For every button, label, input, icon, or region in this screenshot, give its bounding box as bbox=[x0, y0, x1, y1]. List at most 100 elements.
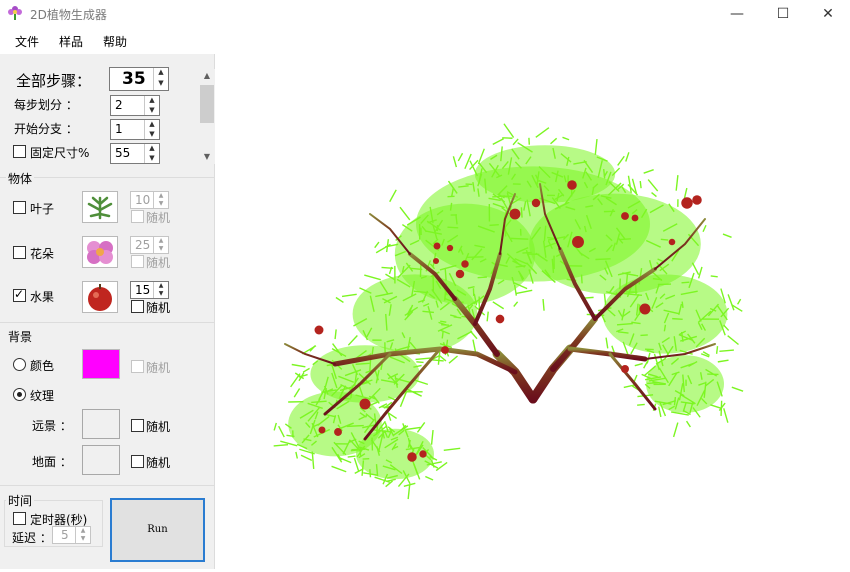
delay-spinner[interactable]: 5 ▲▼ bbox=[52, 526, 91, 544]
timer-checkbox[interactable] bbox=[13, 512, 26, 525]
fruit-random-checkbox[interactable] bbox=[131, 300, 144, 313]
objects-group-title: 物体 bbox=[6, 170, 34, 187]
fruit bbox=[621, 212, 629, 220]
spin-down-icon[interactable]: ▼ bbox=[154, 290, 168, 298]
flower-random-checkbox[interactable] bbox=[131, 255, 144, 268]
spin-up-icon[interactable]: ▲ bbox=[145, 120, 159, 130]
start-branch-spinner[interactable]: 1 ▲▼ bbox=[110, 119, 160, 140]
leaf-stroke bbox=[684, 188, 686, 198]
fixed-size-checkbox[interactable] bbox=[13, 145, 26, 158]
spin-down-icon[interactable]: ▼ bbox=[154, 79, 168, 90]
ground-label: 地面 ： bbox=[32, 453, 72, 470]
leaf-stroke bbox=[387, 239, 389, 252]
minimize-icon: — bbox=[730, 6, 744, 22]
color-radio[interactable] bbox=[13, 358, 26, 371]
leaf-stroke bbox=[516, 290, 532, 293]
scroll-up-icon[interactable]: ▲ bbox=[199, 69, 215, 83]
fruit bbox=[496, 315, 505, 324]
fruit bbox=[572, 236, 584, 248]
leaf-stroke bbox=[703, 225, 706, 232]
fruit bbox=[434, 243, 441, 250]
leaf-stroke bbox=[274, 423, 276, 431]
fixed-size-spinner[interactable]: 55 ▲▼ bbox=[110, 143, 160, 164]
spin-down-icon[interactable]: ▼ bbox=[154, 200, 168, 208]
settings-panel: 全部步骤： 35 ▲▼ 每步划分 ： 2 ▲▼ 开始分支 ： 1 ▲▼ 固定尺寸… bbox=[0, 54, 215, 569]
far-texture-slot[interactable] bbox=[82, 409, 120, 439]
fruit bbox=[640, 304, 651, 315]
flower-checkbox[interactable] bbox=[13, 246, 26, 259]
spin-up-icon[interactable]: ▲ bbox=[154, 282, 168, 290]
spin-up-icon[interactable]: ▲ bbox=[154, 68, 168, 79]
fruit-count-spinner[interactable]: 15 ▲▼ bbox=[130, 281, 169, 299]
leaf-stroke bbox=[408, 485, 410, 499]
params-scrollbar[interactable]: ▲ ▼ bbox=[199, 69, 215, 164]
menu-samples[interactable]: 样品 bbox=[59, 33, 83, 50]
fruit-thumbnail[interactable] bbox=[82, 281, 118, 313]
maximize-button[interactable]: ☐ bbox=[760, 0, 806, 28]
spin-up-icon[interactable]: ▲ bbox=[76, 527, 90, 535]
scroll-thumb[interactable] bbox=[200, 85, 214, 123]
leaf-checkbox[interactable] bbox=[13, 201, 26, 214]
spin-down-icon[interactable]: ▼ bbox=[154, 245, 168, 253]
fruit bbox=[461, 260, 469, 268]
leaf-stroke bbox=[416, 362, 423, 363]
leaf-stroke bbox=[676, 175, 678, 191]
fruit-checkbox[interactable] bbox=[13, 289, 26, 302]
divider bbox=[0, 322, 215, 323]
apple-icon bbox=[83, 282, 117, 312]
fruit bbox=[681, 197, 692, 208]
start-branch-label: 开始分支 ： bbox=[14, 120, 78, 137]
spin-down-icon[interactable]: ▼ bbox=[76, 535, 90, 543]
color-random-checkbox[interactable] bbox=[131, 360, 144, 373]
spin-up-icon[interactable]: ▲ bbox=[154, 237, 168, 245]
ground-texture-slot[interactable] bbox=[82, 445, 120, 475]
flower-thumbnail[interactable] bbox=[82, 236, 118, 268]
leaf-cluster bbox=[353, 274, 478, 353]
leaf-stroke bbox=[719, 350, 733, 351]
flower-count-spinner[interactable]: 25 ▲▼ bbox=[130, 236, 169, 254]
leaf-stroke bbox=[511, 238, 529, 239]
spin-down-icon[interactable]: ▼ bbox=[145, 130, 159, 140]
fruit bbox=[407, 452, 416, 461]
leaf-random-checkbox[interactable] bbox=[131, 210, 144, 223]
menu-file[interactable]: 文件 bbox=[15, 33, 39, 50]
leaf-stroke bbox=[618, 156, 625, 165]
spin-down-icon[interactable]: ▼ bbox=[145, 154, 159, 164]
color-swatch[interactable] bbox=[82, 349, 120, 379]
total-steps-spinner[interactable]: 35 ▲▼ bbox=[109, 67, 169, 91]
menu-help[interactable]: 帮助 bbox=[103, 33, 127, 50]
minimize-button[interactable]: — bbox=[714, 0, 760, 28]
spin-up-icon[interactable]: ▲ bbox=[145, 144, 159, 154]
plant-canvas[interactable] bbox=[215, 54, 850, 569]
leaf-stroke bbox=[390, 190, 397, 202]
fruit bbox=[441, 346, 449, 354]
fruit bbox=[433, 258, 439, 264]
fruit bbox=[669, 239, 676, 246]
leaf-stroke bbox=[336, 297, 344, 302]
close-button[interactable]: ✕ bbox=[805, 0, 850, 28]
texture-radio[interactable] bbox=[13, 388, 26, 401]
spin-up-icon[interactable]: ▲ bbox=[145, 96, 159, 106]
leaf-stroke bbox=[640, 181, 641, 188]
leaf-stroke bbox=[449, 356, 458, 363]
fruit bbox=[510, 209, 521, 220]
fruit bbox=[334, 428, 342, 436]
run-button[interactable]: Run bbox=[110, 498, 205, 562]
leaf-stroke bbox=[303, 368, 309, 372]
flower-random-label: 随机 bbox=[146, 254, 170, 271]
leaf-thumbnail[interactable] bbox=[82, 191, 118, 223]
leaf-count-spinner[interactable]: 10 ▲▼ bbox=[130, 191, 169, 209]
leaf-stroke bbox=[348, 456, 356, 457]
leaf-stroke bbox=[292, 365, 306, 367]
fruit bbox=[532, 199, 540, 207]
leaf-stroke bbox=[550, 138, 556, 144]
scroll-down-icon[interactable]: ▼ bbox=[199, 150, 215, 164]
leaf-stroke bbox=[406, 427, 421, 429]
spin-up-icon[interactable]: ▲ bbox=[154, 192, 168, 200]
far-random-checkbox[interactable] bbox=[131, 419, 144, 432]
sub-per-step-spinner[interactable]: 2 ▲▼ bbox=[110, 95, 160, 116]
leaf-stroke bbox=[444, 448, 460, 450]
ground-random-checkbox[interactable] bbox=[131, 455, 144, 468]
leaf-stroke bbox=[738, 299, 741, 304]
spin-down-icon[interactable]: ▼ bbox=[145, 106, 159, 116]
